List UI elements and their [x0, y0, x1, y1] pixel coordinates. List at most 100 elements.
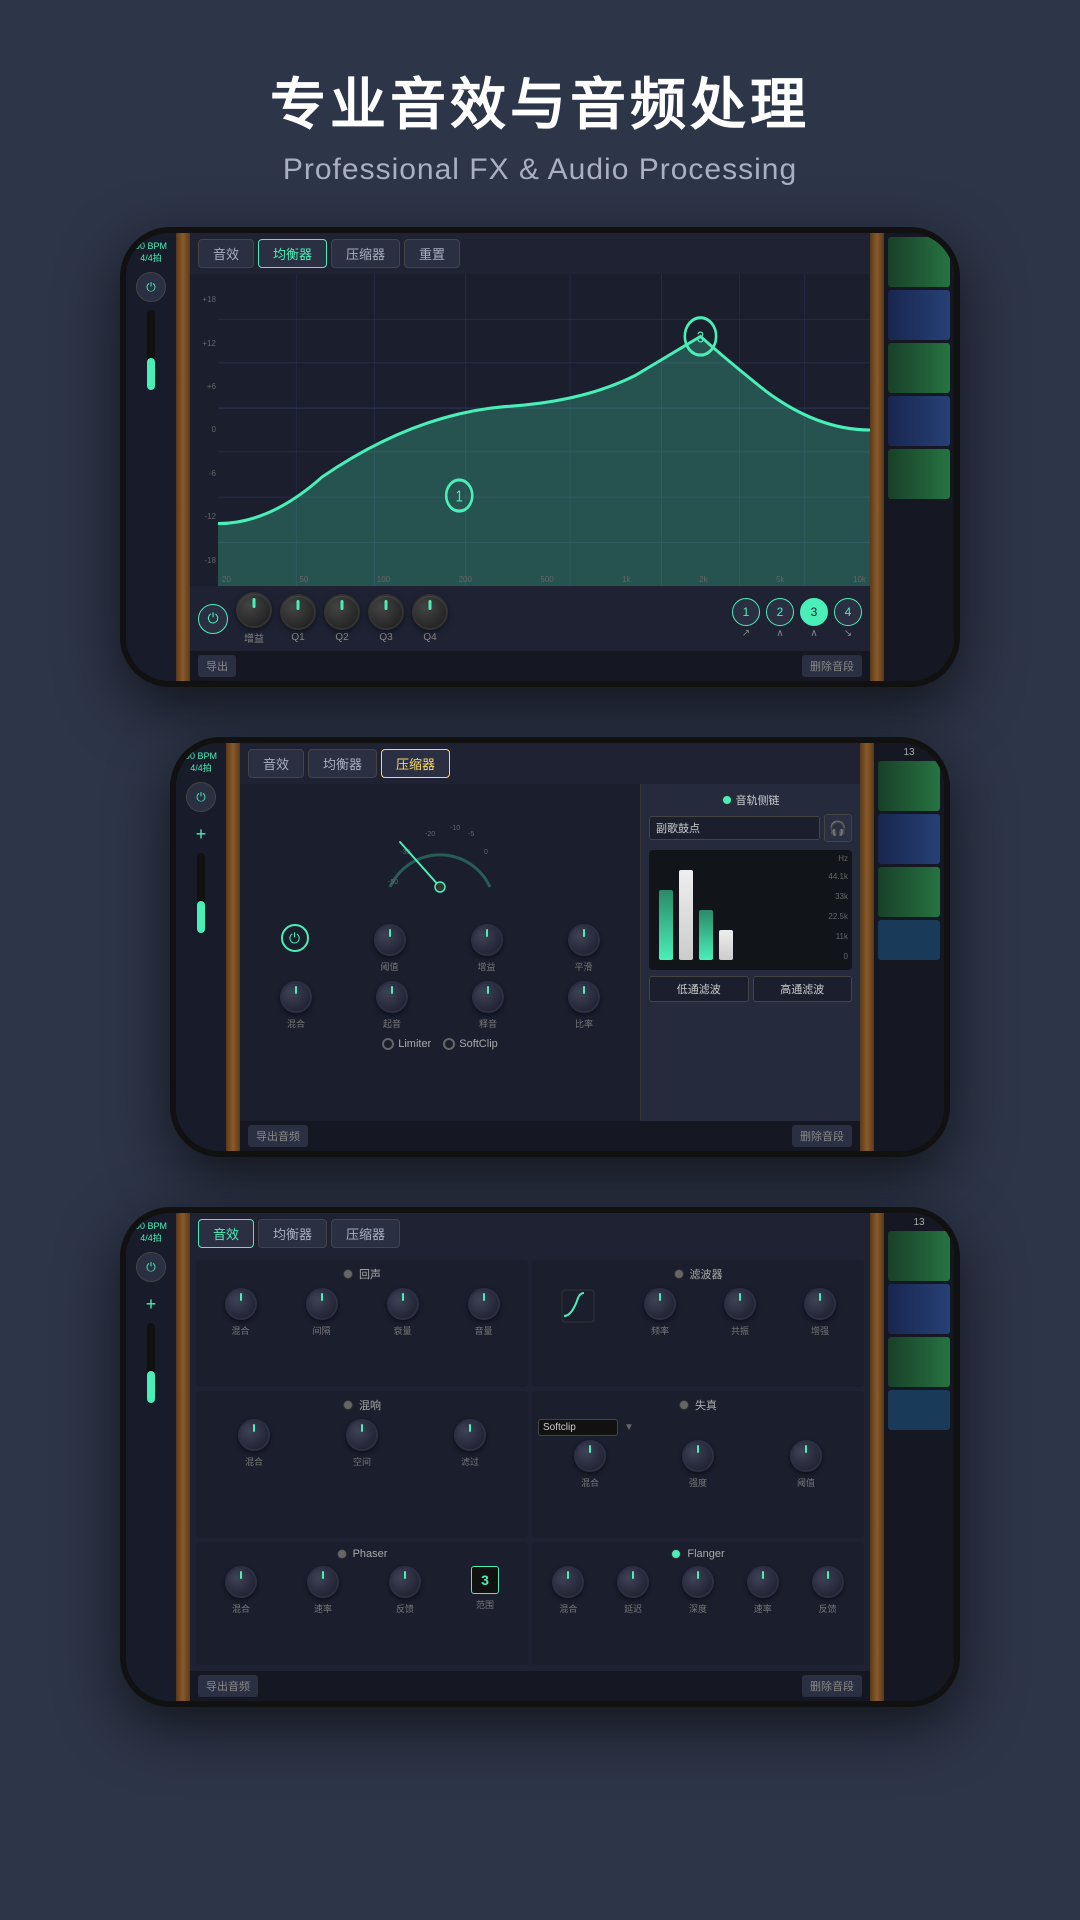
headphone-btn[interactable]: 🎧 [824, 814, 852, 842]
tab-eq-2[interactable]: 均衡器 [308, 749, 377, 778]
phone-2-footer: 导出音频 删除音段 [240, 1121, 860, 1151]
screen1-mockup: 90 BPM 4/4拍 ⏻ 音效 均衡器 压缩器 重置 [80, 227, 1000, 687]
delete-segment-btn-3[interactable]: 删除音段 [802, 1675, 862, 1697]
tab-eq[interactable]: 均衡器 [258, 239, 327, 268]
tab-eq-3[interactable]: 均衡器 [258, 1219, 327, 1248]
smooth-knob[interactable] [568, 924, 600, 956]
filter-freq-knob[interactable] [644, 1288, 676, 1320]
plus-icon[interactable]: + [196, 824, 207, 845]
gain-knob-comp[interactable] [471, 924, 503, 956]
band-1-btn[interactable]: 1 [732, 598, 760, 626]
ratio-knob[interactable] [568, 981, 600, 1013]
phaser-feedback-knob[interactable] [389, 1566, 421, 1598]
eq-power-btn[interactable]: ⏻ [198, 604, 228, 634]
q2-knob[interactable] [324, 594, 360, 630]
phaser-mix-knob[interactable] [225, 1566, 257, 1598]
knob-gain: 增益 [236, 592, 272, 645]
phone-1-footer: 导出 删除音段 [190, 651, 870, 681]
flanger-mix-knob[interactable] [552, 1566, 584, 1598]
flanger-section: Flanger 混合 延迟 [532, 1542, 864, 1665]
delete-btn[interactable]: 删除音段 [802, 655, 862, 677]
attack-knob[interactable] [376, 981, 408, 1013]
band-4-btn[interactable]: 4 [834, 598, 862, 626]
tab-comp-2[interactable]: 压缩器 [381, 749, 450, 778]
eq-display: +18 +12 +6 0 -6 -12 -18 [190, 274, 870, 586]
reverb-knobs: 混合 间隔 衰量 音量 [202, 1288, 522, 1337]
dist-threshold-knob[interactable] [790, 1440, 822, 1472]
reverb-volume-knob[interactable] [468, 1288, 500, 1320]
chorus-filter-knob[interactable] [454, 1419, 486, 1451]
track-s2-3 [878, 867, 940, 917]
chorus-space-knob[interactable] [346, 1419, 378, 1451]
phone-1-interior: 90 BPM 4/4拍 ⏻ 音效 均衡器 压缩器 重置 [126, 233, 954, 681]
svg-text:-5: -5 [468, 831, 474, 838]
export-btn[interactable]: 导出 [198, 655, 236, 677]
delete-segment-btn[interactable]: 删除音段 [792, 1125, 852, 1147]
lowpass-btn[interactable]: 低通滤波 [649, 976, 749, 1002]
flanger-feedback-knob[interactable] [812, 1566, 844, 1598]
flanger-depth-knob[interactable] [682, 1566, 714, 1598]
band-2-btn[interactable]: 2 [766, 598, 794, 626]
plus-icon-3[interactable]: + [146, 1294, 157, 1315]
bpm-display: 90 BPM 4/4拍 [135, 241, 167, 264]
q4-knob[interactable] [412, 594, 448, 630]
limiter-radio[interactable] [382, 1038, 394, 1050]
q1-knob[interactable] [280, 594, 316, 630]
gain-knob[interactable] [236, 592, 272, 628]
softclip-radio[interactable] [443, 1038, 455, 1050]
limiter-option[interactable]: Limiter [382, 1038, 431, 1050]
tab-bar: 音效 均衡器 压缩器 重置 [190, 233, 870, 274]
phaser-indicator [337, 1549, 347, 1559]
filter-section: 滤波器 频率 [532, 1260, 864, 1387]
flanger-delay-knob[interactable] [617, 1566, 649, 1598]
tab-reset[interactable]: 重置 [404, 239, 460, 268]
tab-fx-3[interactable]: 音效 [198, 1219, 254, 1248]
wood-frame-left-3 [176, 1213, 190, 1701]
release-knob[interactable] [472, 981, 504, 1013]
tab-comp[interactable]: 压缩器 [331, 239, 400, 268]
freq-bar-3 [699, 910, 713, 960]
chorus-mix-knob[interactable] [238, 1419, 270, 1451]
track-1 [888, 237, 950, 287]
wood-frame-right-3 [870, 1213, 884, 1701]
highpass-btn[interactable]: 高通滤波 [753, 976, 853, 1002]
dist-mix-knob[interactable] [574, 1440, 606, 1472]
threshold-knob[interactable] [374, 924, 406, 956]
comp-knobs-row-1: ⏻ 阈值 增益 平滑 [248, 924, 632, 973]
flanger-rate-knob[interactable] [747, 1566, 779, 1598]
knob-q1: Q1 [280, 594, 316, 643]
export-audio-btn[interactable]: 导出音频 [248, 1125, 308, 1147]
distortion-dropdown[interactable]: Softclip [538, 1419, 618, 1436]
eq-curve-svg: 1 3 [218, 274, 870, 586]
phaser-number[interactable]: 3 [471, 1566, 499, 1594]
band-3-btn[interactable]: 3 [800, 598, 828, 626]
export-audio-btn-3[interactable]: 导出音频 [198, 1675, 258, 1697]
filter-gain-knob[interactable] [804, 1288, 836, 1320]
tab-comp-3[interactable]: 压缩器 [331, 1219, 400, 1248]
eq-bottom-controls: ⏻ 增益 Q1 Q2 Q3 [190, 586, 870, 651]
reverb-interval-knob[interactable] [306, 1288, 338, 1320]
volume-slider-2[interactable] [197, 853, 205, 933]
power-button[interactable]: ⏻ [136, 272, 166, 302]
q3-knob[interactable] [368, 594, 404, 630]
reverb-mix-knob[interactable] [225, 1288, 257, 1320]
eq-y-labels: +18 +12 +6 0 -6 -12 -18 [190, 274, 218, 586]
reverb-decay-knob[interactable] [387, 1288, 419, 1320]
sidechain-dropdown[interactable]: 副歌鼓点 [649, 816, 820, 840]
phaser-section: Phaser 混合 速率 [196, 1542, 528, 1665]
power-side-button [954, 353, 960, 413]
volume-slider[interactable] [147, 310, 155, 390]
tab-fx-2[interactable]: 音效 [248, 749, 304, 778]
bpm-display-2: 90 BPM 4/4拍 [185, 751, 217, 774]
softclip-option[interactable]: SoftClip [443, 1038, 498, 1050]
filter-res-knob[interactable] [724, 1288, 756, 1320]
power-btn-3[interactable]: ⏻ [136, 1252, 166, 1282]
volume-slider-3[interactable] [147, 1323, 155, 1403]
power-btn-2[interactable]: ⏻ [186, 782, 216, 812]
tab-fx[interactable]: 音效 [198, 239, 254, 268]
dist-strength-knob[interactable] [682, 1440, 714, 1472]
mix-knob[interactable] [280, 981, 312, 1013]
phone-1: 90 BPM 4/4拍 ⏻ 音效 均衡器 压缩器 重置 [120, 227, 960, 687]
phaser-rate-knob[interactable] [307, 1566, 339, 1598]
comp-power-btn[interactable]: ⏻ [281, 924, 309, 952]
